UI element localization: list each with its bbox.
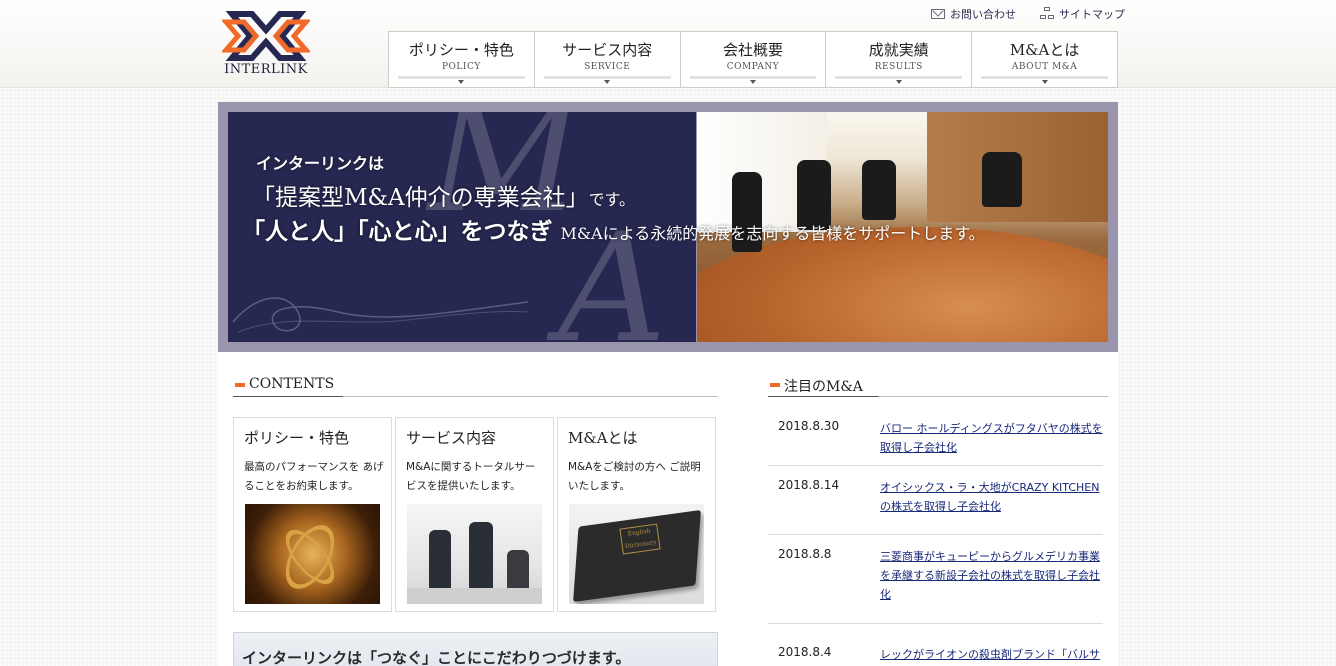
card-description: M&Aに関するトータルサー ビスを提供いたします。 bbox=[406, 461, 536, 492]
nav-underline bbox=[981, 76, 1108, 79]
news-date: 2018.8.30 bbox=[778, 419, 840, 433]
card-image-handshake bbox=[407, 504, 542, 604]
nav-label: 会社概要 bbox=[722, 41, 783, 59]
nav-service[interactable]: サービス内容 SERVICE bbox=[535, 32, 681, 87]
card-description: 最高のパフォーマンスを あげることをお約束します。 bbox=[244, 461, 384, 492]
chevron-down-icon bbox=[749, 80, 756, 84]
sitemap-label: サイトマップ bbox=[1059, 8, 1125, 21]
hero-line2-tail: です。 bbox=[588, 190, 636, 209]
hero-line3-tail: M&Aによる永続的発展を志向する皆様をサポートします。 bbox=[560, 224, 985, 243]
hero-photo-chair bbox=[982, 152, 1022, 207]
nav-label: M&Aとは bbox=[1009, 41, 1080, 59]
nav-sublabel: COMPANY bbox=[726, 62, 780, 72]
site-header: INTERLINK お問い合わせ サイトマップ ポリシー・特色 POLICY サ… bbox=[0, 0, 1336, 88]
nav-sublabel: ABOUT M&A bbox=[1011, 62, 1078, 72]
nav-policy[interactable]: ポリシー・特色 POLICY bbox=[389, 32, 535, 87]
heading-accent bbox=[235, 383, 245, 387]
nav-label: 成就実績 bbox=[868, 41, 929, 59]
tagline-text: インターリンクは「つなぐ」ことにこだわりつづけます。 bbox=[242, 649, 631, 666]
hero-photo-chair bbox=[862, 160, 896, 220]
card-policy[interactable]: ポリシー・特色 最高のパフォーマンスを あげることをお約束します。 bbox=[233, 417, 392, 612]
hero-line2: 「提案型M&A仲介の専業会社」です。 bbox=[252, 178, 635, 212]
hero-line2-main: 「提案型M&A仲介の専業会社」 bbox=[252, 185, 589, 211]
card-image-sculpture bbox=[245, 504, 380, 604]
logo[interactable]: INTERLINK bbox=[218, 10, 314, 78]
hero-banner: M A インターリンクは 「提案型M&A仲介の専業会社」です。 「人と人」「心と… bbox=[218, 102, 1118, 352]
chevron-down-icon bbox=[604, 80, 611, 84]
news-item: 2018.8.4 レックがライオンの殺虫剤ブランド「バルサン」 bbox=[768, 633, 1103, 666]
chevron-down-icon bbox=[1041, 80, 1048, 84]
card-service[interactable]: サービス内容 M&Aに関するトータルサー ビスを提供いたします。 bbox=[395, 417, 554, 612]
card-title: サービス内容 bbox=[406, 429, 497, 447]
card-title: ポリシー・特色 bbox=[244, 429, 350, 447]
news-date: 2018.8.4 bbox=[778, 645, 832, 659]
news-link[interactable]: レックがライオンの殺虫剤ブランド「バルサン」 bbox=[880, 645, 1105, 666]
nav-sublabel: SERVICE bbox=[584, 62, 631, 72]
card-about-ma[interactable]: M&Aとは M&Aをご検討の方へ ご説明いたします。 English Dicti… bbox=[557, 417, 716, 612]
nav-underline bbox=[689, 76, 817, 79]
nav-underline bbox=[398, 76, 525, 79]
news-date: 2018.8.14 bbox=[778, 478, 840, 492]
news-link[interactable]: バロー ホールディングスがフタバヤの株式を取得し子会社化 bbox=[880, 419, 1105, 457]
book-title-plate: English Dictionary bbox=[619, 523, 661, 555]
news-heading-label: 注目のM&A bbox=[784, 379, 863, 395]
tagline-banner: インターリンクは「つなぐ」ことにこだわりつづけます。 bbox=[233, 632, 718, 666]
mail-icon bbox=[931, 9, 945, 19]
hero-line1: インターリンクは bbox=[256, 154, 385, 173]
sitemap-link[interactable]: サイトマップ bbox=[1040, 6, 1125, 22]
swirl-ornament-icon bbox=[232, 297, 528, 333]
contents-heading-label: CONTENTS bbox=[249, 376, 335, 392]
contact-label: お問い合わせ bbox=[950, 8, 1016, 21]
news-item: 2018.8.30 バロー ホールディングスがフタバヤの株式を取得し子会社化 bbox=[768, 407, 1103, 466]
logo-text: INTERLINK bbox=[224, 62, 308, 77]
nav-label: ポリシー・特色 bbox=[408, 41, 514, 59]
heading-accent bbox=[770, 383, 780, 387]
book-shape bbox=[573, 510, 701, 602]
sitemap-icon bbox=[1040, 7, 1054, 21]
table-shape bbox=[407, 588, 542, 604]
heading-underline bbox=[233, 396, 343, 397]
nav-about-ma[interactable]: M&Aとは ABOUT M&A bbox=[972, 32, 1117, 87]
global-nav: ポリシー・特色 POLICY サービス内容 SERVICE 会社概要 COMPA… bbox=[388, 31, 1118, 88]
card-description: M&Aをご検討の方へ ご説明いたします。 bbox=[568, 461, 701, 492]
card-title: M&Aとは bbox=[568, 429, 638, 447]
nav-label: サービス内容 bbox=[562, 41, 653, 59]
news-heading: 注目のM&A bbox=[768, 375, 1108, 397]
card-image-dictionary: English Dictionary bbox=[569, 504, 704, 604]
heading-underline bbox=[768, 396, 878, 397]
nav-sublabel: POLICY bbox=[442, 62, 481, 72]
news-link[interactable]: 三菱商事がキューピーからグルメデリカ事業を承継する新設子会社の株式を取得し子会社… bbox=[880, 547, 1105, 604]
contents-heading: CONTENTS bbox=[233, 375, 718, 397]
nav-sublabel: RESULTS bbox=[874, 62, 923, 72]
news-link[interactable]: オイシックス・ラ・大地がCRAZY KITCHENの株式を取得し子会社化 bbox=[880, 478, 1105, 516]
nav-company[interactable]: 会社概要 COMPANY bbox=[681, 32, 827, 87]
nav-underline bbox=[835, 76, 963, 79]
hero-line3-main: 「人と人」「心と心」をつなぎ bbox=[242, 218, 553, 245]
news-date: 2018.8.8 bbox=[778, 547, 832, 561]
main-content: M A インターリンクは 「提案型M&A仲介の専業会社」です。 「人と人」「心と… bbox=[218, 102, 1118, 666]
contact-link[interactable]: お問い合わせ bbox=[931, 6, 1016, 22]
news-item: 2018.8.14 オイシックス・ラ・大地がCRAZY KITCHENの株式を取… bbox=[768, 466, 1103, 535]
chevron-down-icon bbox=[458, 80, 465, 84]
news-item: 2018.8.8 三菱商事がキューピーからグルメデリカ事業を承継する新設子会社の… bbox=[768, 535, 1103, 624]
hero-line3: 「人と人」「心と心」をつなぎ M&Aによる永続的発展を志向する皆様をサポートしま… bbox=[242, 212, 985, 246]
nav-results[interactable]: 成就実績 RESULTS bbox=[826, 32, 973, 87]
logo-icon bbox=[222, 11, 310, 61]
nav-underline bbox=[543, 76, 671, 79]
chevron-down-icon bbox=[895, 80, 902, 84]
